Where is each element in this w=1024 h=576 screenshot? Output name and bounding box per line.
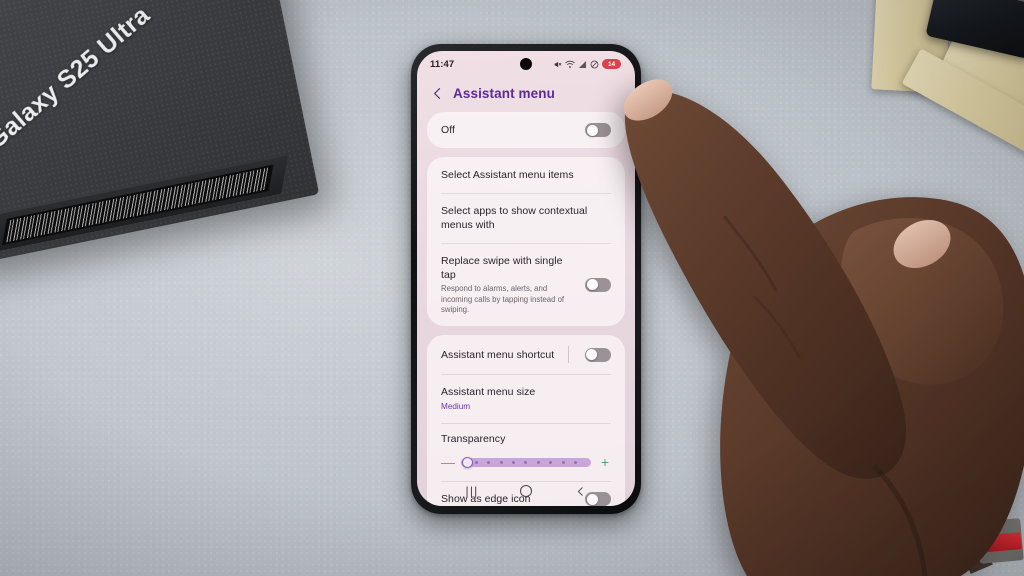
row-text: Replace swipe with single tap Respond to… — [441, 254, 577, 315]
status-bar: 11:47 14 — [417, 51, 635, 77]
slider-tick — [474, 460, 478, 464]
nav-back-button[interactable] — [567, 481, 593, 501]
row-text: Select apps to show contextual menus wit… — [441, 204, 611, 232]
row-vertical-divider — [568, 346, 570, 364]
finger-crease — [722, 215, 778, 292]
back-chevron-icon — [577, 486, 583, 496]
wifi-icon — [565, 60, 575, 68]
alarm-icon — [590, 60, 599, 68]
slider-tick — [549, 460, 553, 464]
status-bar-icons: 14 — [553, 59, 621, 69]
transparency-slider-thumb[interactable] — [462, 456, 473, 468]
hand-back — [720, 197, 1024, 576]
pointing-hand — [623, 79, 1024, 576]
row-transparency[interactable]: Transparency — + — [427, 423, 625, 481]
master-toggle-text: Off — [441, 123, 455, 137]
phone-screen: 11:47 14 Assistant menu Off Select Assis… — [417, 51, 635, 506]
slider-tick — [487, 460, 491, 464]
row-title: Select Assistant menu items — [441, 169, 574, 182]
row-title: Transparency — [441, 433, 506, 446]
toggle-knob — [586, 124, 598, 136]
finger-separation — [872, 464, 928, 576]
slider-tick — [574, 460, 578, 464]
settings-scroll-area[interactable]: Off Select Assistant menu items Select a… — [417, 112, 635, 506]
row-title: Replace swipe with single tap — [441, 255, 563, 282]
transparency-slider-group[interactable]: — + — [441, 455, 611, 469]
galaxy-s25-ultra-retail-box: Galaxy S25 Ultra — [0, 0, 320, 268]
mute-icon — [554, 61, 562, 67]
slider-tick — [561, 460, 565, 464]
toggle-knob — [586, 349, 598, 361]
system-navigation-bar: ||| — [417, 476, 635, 506]
signal-icon — [578, 60, 587, 68]
row-select-apps-contextual-menus[interactable]: Select apps to show contextual menus wit… — [427, 193, 625, 243]
finger-crease — [753, 295, 802, 359]
row-select-assistant-menu-items[interactable]: Select Assistant menu items — [427, 157, 625, 193]
assistant-menu-master-switch[interactable] — [585, 123, 611, 138]
index-finger — [624, 90, 907, 479]
battery-status-badge: 14 — [602, 59, 621, 69]
toggle-knob — [586, 279, 598, 291]
master-toggle-card: Off — [427, 112, 625, 149]
row-title: Assistant menu size — [441, 386, 536, 399]
status-bar-clock: 11:47 — [430, 58, 455, 70]
row-replace-swipe-with-single-tap[interactable]: Replace swipe with single tap Respond to… — [427, 243, 625, 326]
tool-red-band — [978, 532, 1022, 553]
row-title: Select apps to show contextual menus wit… — [441, 205, 588, 232]
slider-tick — [499, 460, 503, 464]
row-title: Assistant menu shortcut — [441, 348, 555, 361]
nav-home-button[interactable] — [513, 481, 539, 501]
replace-swipe-switch[interactable] — [585, 277, 611, 292]
increase-transparency-icon[interactable]: + — [599, 455, 611, 469]
transparency-slider-track[interactable] — [461, 456, 591, 468]
master-toggle-row[interactable]: Off — [427, 112, 625, 148]
slider-tick — [512, 460, 516, 464]
nav-recents-button[interactable]: ||| — [459, 481, 485, 501]
decrease-transparency-icon[interactable]: — — [441, 455, 455, 469]
samsung-galaxy-phone: 11:47 14 Assistant menu Off Select Assis… — [411, 44, 641, 514]
recents-icon: ||| — [465, 484, 479, 498]
row-assistant-menu-size[interactable]: Assistant menu size Medium — [427, 374, 625, 423]
row-assistant-menu-shortcut[interactable]: Assistant menu shortcut — [427, 335, 625, 374]
slider-tick — [524, 460, 528, 464]
assistant-menu-shortcut-switch[interactable] — [584, 347, 611, 362]
home-circle-icon — [520, 485, 532, 497]
row-text: Assistant menu size Medium — [441, 385, 535, 412]
back-chevron-icon[interactable] — [431, 87, 444, 100]
thumb-knuckle — [840, 218, 1004, 385]
row-selected-value: Medium — [441, 401, 471, 411]
row-text: Assistant menu shortcut — [441, 348, 554, 362]
row-subtitle: Respond to alarms, alerts, and incoming … — [441, 284, 565, 315]
settings-card-items: Select Assistant menu items Select apps … — [427, 157, 625, 327]
master-toggle-label: Off — [441, 124, 455, 136]
slider-tick — [536, 460, 540, 464]
red-handled-tool — [962, 518, 1024, 574]
row-text: Select Assistant menu items — [441, 168, 574, 182]
thumb-nail — [893, 220, 951, 268]
page-title: Assistant menu — [453, 86, 555, 101]
scene-photo: Galaxy S25 Ultra 11:47 14 Assistant menu… — [0, 0, 1024, 576]
app-header: Assistant menu — [417, 77, 635, 112]
wooden-clamp-fixture — [843, 0, 1024, 157]
front-camera-punch-hole — [520, 58, 532, 70]
